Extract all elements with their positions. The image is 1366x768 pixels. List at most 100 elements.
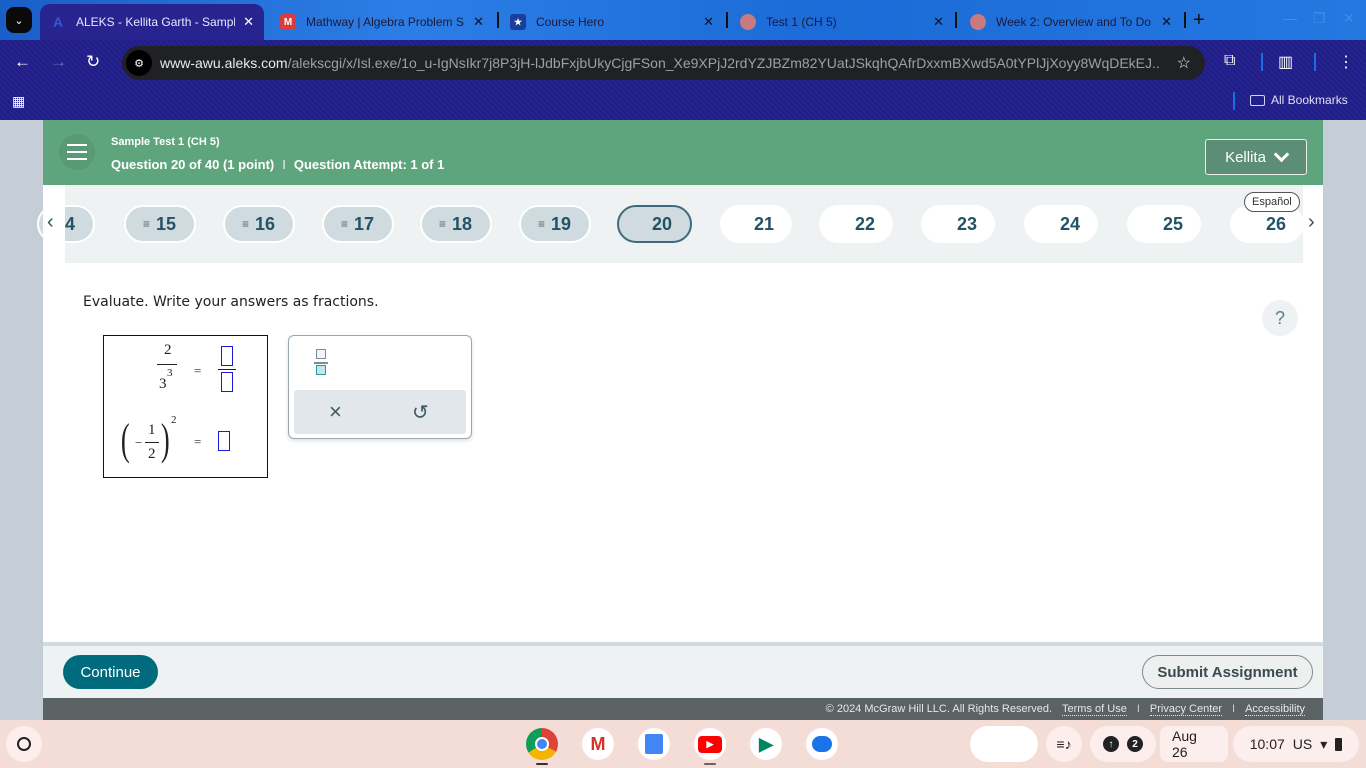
p1-answer-denominator-input[interactable] [221,372,233,392]
clock: 10:07 [1249,736,1285,752]
question-number: Question 20 of 40 (1 point) [111,157,275,172]
question-pill-22[interactable]: 22 [819,205,893,243]
next-questions-arrow[interactable]: › [1308,211,1315,234]
media-controls-icon[interactable]: ≡♪ [1046,726,1082,762]
launcher-button[interactable] [6,726,42,762]
date-tray[interactable]: Aug 26 [1160,726,1228,762]
aleks-icon: A [52,14,64,30]
question-pill-24[interactable]: 24 [1024,205,1098,243]
accessibility-link[interactable]: Accessibility [1245,703,1305,716]
prev-questions-arrow[interactable]: ‹ [47,211,54,234]
notifications-tray[interactable]: ↑ 2 [1090,726,1156,762]
address-bar[interactable]: ⚙ www-awu.aleks.com/alekscgi/x/Isl.exe/1… [122,46,1205,80]
close-tab-icon[interactable]: ✕ [473,14,484,30]
bookmarks-separator [1233,92,1235,110]
p1-exponent: 3 [167,367,173,379]
p2-numerator: 1 [148,422,156,438]
input-locale: US [1292,736,1313,752]
tab-separator [497,12,499,28]
close-tab-icon[interactable]: ✕ [933,14,944,30]
help-button[interactable]: ? [1262,300,1298,336]
coursehero-icon: ★ [510,14,526,30]
chrome-app-icon[interactable] [526,728,558,760]
navigation-bar: ← → ↻ ⚙ www-awu.aleks.com/alekscgi/x/Isl… [0,40,1366,86]
question-pill-23[interactable]: 23 [921,205,995,243]
tab-test1[interactable]: Test 1 (CH 5) ✕ [730,4,954,40]
more-menu-icon[interactable]: ⋮ [1338,52,1354,72]
close-tab-icon[interactable]: ✕ [243,14,254,30]
holding-space-thumbnails[interactable] [970,726,1038,762]
minimize-icon[interactable]: — [1283,10,1297,26]
p2-right-paren: ) [160,415,170,464]
hamburger-menu-button[interactable] [59,134,95,170]
tab-separator [1184,12,1186,28]
chrome-running-indicator [536,763,548,765]
palette-action-bar: × ↺ [294,390,466,434]
bookmark-star-icon[interactable]: ☆ [1177,53,1191,73]
p1-fraction-bar [157,364,177,365]
clear-icon[interactable]: × [329,399,342,425]
user-menu-button[interactable]: Kellita [1205,139,1307,175]
question-pill-19[interactable]: ≡ 19 [519,205,591,243]
mathway-icon: M [280,14,296,30]
site-info-icon[interactable]: ⚙ [126,50,152,76]
answered-icon: ≡ [340,217,348,231]
chevron-down-icon: ⌄ [14,14,24,27]
forward-icon[interactable]: → [50,52,67,72]
youtube-app-icon[interactable]: ▶ [694,728,726,760]
close-tab-icon[interactable]: ✕ [1161,14,1172,30]
math-input-palette: × ↺ [288,335,472,439]
tab-coursehero[interactable]: ★ Course Hero ✕ [500,4,724,40]
browser-chrome: ⌄ A ALEKS - Kellita Garth - Sample ✕ M M… [0,0,1366,120]
maximize-icon[interactable]: ❐ [1313,10,1326,27]
launcher-icon [17,737,31,751]
question-instruction: Evaluate. Write your answers as fraction… [83,294,379,310]
status-tray[interactable]: 10:07 US ▾ [1233,726,1359,762]
terms-of-use-link[interactable]: Terms of Use [1062,703,1127,716]
p2-negative-sign: − [135,435,143,450]
reload-icon[interactable]: ↻ [86,52,100,72]
tab-week2[interactable]: Week 2: Overview and To Do L ✕ [960,4,1182,40]
privacy-center-link[interactable]: Privacy Center [1149,703,1223,716]
aleks-page: Sample Test 1 (CH 5) Question 20 of 40 (… [37,120,1323,720]
messages-app-icon[interactable] [806,728,838,760]
p1-answer-numerator-input[interactable] [221,346,233,366]
close-window-icon[interactable]: ✕ [1343,10,1355,27]
all-bookmarks-button[interactable]: All Bookmarks [1250,93,1348,107]
tab-search-button[interactable]: ⌄ [6,7,32,33]
chevron-down-icon [1273,146,1290,163]
p2-denominator: 2 [148,446,156,462]
question-pill-16[interactable]: ≡ 16 [223,205,295,243]
question-pill-21[interactable]: 21 [720,205,792,243]
extensions-icon[interactable]: ⧉ [1224,52,1235,70]
question-pill-17[interactable]: ≡ 17 [322,205,394,243]
close-tab-icon[interactable]: ✕ [703,14,714,30]
espanol-toggle[interactable]: Español [1244,192,1300,212]
action-bar: Continue Submit Assignment [43,642,1323,698]
url-text[interactable]: www-awu.aleks.com/alekscgi/x/Isl.exe/1o_… [160,55,1160,71]
question-pill-15[interactable]: ≡ 15 [124,205,196,243]
p2-left-paren: ( [120,415,130,464]
folder-icon [1250,94,1265,106]
tab-aleks[interactable]: A ALEKS - Kellita Garth - Sample ✕ [40,4,264,40]
play-store-app-icon[interactable]: ▶ [750,728,782,760]
tab-mathway[interactable]: M Mathway | Algebra Problem S ✕ [270,4,494,40]
continue-button[interactable]: Continue [63,655,158,689]
reading-mode-icon[interactable]: ▥ [1278,52,1293,72]
submit-assignment-button[interactable]: Submit Assignment [1142,655,1313,689]
math-problem-box: 2 3 3 = ( − 1 2 ) 2 = [103,335,268,478]
answered-icon: ≡ [241,217,249,231]
undo-icon[interactable]: ↺ [412,400,429,425]
back-icon[interactable]: ← [14,52,31,72]
apps-grid-icon[interactable]: ▦ [12,93,25,110]
gmail-app-icon[interactable]: M [582,728,614,760]
question-pill-18[interactable]: ≡ 18 [420,205,492,243]
new-tab-button[interactable]: + [1193,9,1205,32]
question-pill-25[interactable]: 25 [1127,205,1201,243]
answered-icon: ≡ [142,217,150,231]
fraction-template-icon[interactable] [311,346,335,380]
question-pill-20[interactable]: 20 [617,205,692,243]
p2-answer-input[interactable] [218,431,230,451]
wifi-icon: ▾ [1320,735,1328,752]
docs-app-icon[interactable] [638,728,670,760]
